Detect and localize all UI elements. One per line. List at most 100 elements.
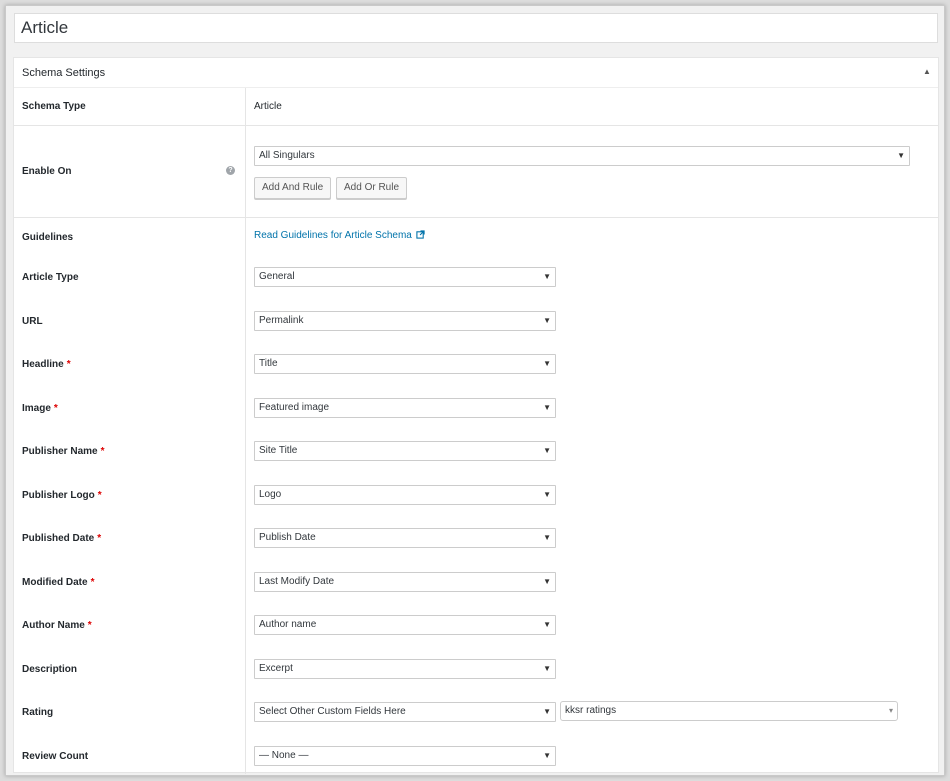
modified-date-label-text: Modified Date xyxy=(22,576,88,588)
url-select[interactable]: Permalink ▼ xyxy=(254,310,556,331)
author-name-row: Author Name * Author name ▼ xyxy=(14,601,938,645)
enable-on-row: Enable On ? All Singulars ▼ Add And Rule… xyxy=(14,126,938,218)
publisher-logo-selected: Logo xyxy=(259,488,282,500)
guidelines-label: Guidelines xyxy=(22,232,74,243)
enable-on-selected: All Singulars xyxy=(259,150,315,161)
chevron-down-icon: ▼ xyxy=(897,151,905,160)
published-date-row: Published Date * Publish Date ▼ xyxy=(14,514,938,558)
enable-on-label: Enable On xyxy=(22,166,72,177)
add-and-rule-button[interactable]: Add And Rule xyxy=(254,177,332,199)
rating-label-text: Rating xyxy=(22,707,54,718)
editor-frame: Article Schema Settings ▲ Schema Type Ar… xyxy=(5,5,945,776)
published-date-label: Published Date * xyxy=(22,533,101,544)
review-count-label: Review Count xyxy=(22,751,88,762)
author-name-selected: Author name xyxy=(259,619,317,630)
modified-date-select[interactable]: Last Modify Date ▼ xyxy=(254,571,556,592)
image-label: Image * xyxy=(22,403,58,414)
author-name-select[interactable]: Author name ▼ xyxy=(254,615,556,635)
chevron-down-icon: ▼ xyxy=(543,750,551,760)
rating-custom-field-selected: kksr ratings xyxy=(565,705,617,716)
headline-select[interactable]: Title ▼ xyxy=(254,354,556,374)
schema-settings-postbox: Schema Settings ▲ Schema Type Article En… xyxy=(13,57,939,776)
chevron-down-icon: ▼ xyxy=(543,620,551,629)
required-marker: * xyxy=(97,533,102,544)
description-select[interactable]: Excerpt ▼ xyxy=(254,658,556,679)
review-count-selected: — None — xyxy=(259,749,309,761)
rating-selected: Select Other Custom Fields Here xyxy=(259,706,406,717)
article-type-label-text: Article Type xyxy=(22,272,79,283)
chevron-down-icon: ▼ xyxy=(543,707,551,716)
publisher-logo-label-text: Publisher Logo xyxy=(22,489,95,501)
chevron-down-icon: ▼ xyxy=(543,315,551,325)
chevron-down-icon: ▼ xyxy=(543,446,551,455)
author-name-label-text: Author Name xyxy=(22,620,85,631)
publisher-name-select[interactable]: Site Title ▼ xyxy=(254,441,556,461)
chevron-down-icon: ▼ xyxy=(543,663,551,673)
description-label-text: Description xyxy=(22,663,78,675)
publisher-name-label: Publisher Name * xyxy=(22,446,105,457)
publisher-logo-select[interactable]: Logo ▼ xyxy=(254,484,556,505)
modified-date-row: Modified Date * Last Modify Date ▼ xyxy=(14,558,938,602)
article-type-selected: General xyxy=(259,271,295,282)
guidelines-row: Guidelines Read Guidelines for Article S… xyxy=(14,218,938,254)
help-icon[interactable]: ? xyxy=(226,166,235,175)
description-selected: Excerpt xyxy=(259,662,293,674)
published-date-label-text: Published Date xyxy=(22,533,95,544)
required-marker: * xyxy=(97,489,102,501)
publisher-name-row: Publisher Name * Site Title ▼ xyxy=(14,427,938,471)
required-marker: * xyxy=(87,620,92,631)
review-count-label-text: Review Count xyxy=(22,750,89,762)
chevron-down-icon: ▼ xyxy=(543,402,551,412)
required-marker: * xyxy=(90,576,95,588)
rating-select[interactable]: Select Other Custom Fields Here ▼ xyxy=(254,702,556,722)
schema-type-label: Schema Type xyxy=(22,101,86,112)
published-date-select[interactable]: Publish Date ▼ xyxy=(254,528,556,548)
postbox-header[interactable]: Schema Settings ▲ xyxy=(14,58,938,88)
chevron-down-icon: ▼ xyxy=(543,359,551,368)
required-marker: * xyxy=(100,446,105,457)
add-or-rule-button[interactable]: Add Or Rule xyxy=(336,177,408,199)
publisher-logo-label: Publisher Logo * xyxy=(22,490,102,501)
headline-label-text: Headline xyxy=(22,359,64,370)
chevron-down-icon: ▼ xyxy=(543,489,551,499)
postbox-title: Schema Settings xyxy=(22,67,106,79)
external-link-icon xyxy=(416,230,425,239)
publisher-logo-row: Publisher Logo * Logo ▼ xyxy=(14,471,938,515)
chevron-down-icon: ▼ xyxy=(543,272,551,281)
guidelines-link-text: Read Guidelines for Article Schema xyxy=(254,230,412,241)
published-date-selected: Publish Date xyxy=(259,532,316,543)
article-type-select[interactable]: General ▼ xyxy=(254,267,556,287)
author-name-label: Author Name * xyxy=(22,620,92,631)
chevron-down-icon: ▾ xyxy=(888,706,893,715)
publisher-name-selected: Site Title xyxy=(259,445,298,456)
url-label-text: URL xyxy=(22,315,43,327)
rating-row: Rating Select Other Custom Fields Here ▼ kk… xyxy=(14,688,938,732)
image-selected: Featured image xyxy=(259,401,330,413)
schema-type-row: Schema Type Article xyxy=(14,88,938,126)
publisher-name-label-text: Publisher Name xyxy=(22,446,98,457)
image-label-text: Image xyxy=(22,402,51,414)
required-marker: * xyxy=(53,402,58,414)
modified-date-label: Modified Date * xyxy=(22,577,94,588)
rating-custom-field-select[interactable]: kksr ratings ▾ xyxy=(560,701,898,721)
chevron-down-icon: ▼ xyxy=(543,576,551,586)
review-count-select[interactable]: — None — ▼ xyxy=(254,745,556,766)
article-type-label: Article Type xyxy=(22,272,79,283)
headline-label: Headline * xyxy=(22,359,71,370)
required-marker: * xyxy=(66,359,71,370)
schema-type-value: Article xyxy=(254,101,282,112)
image-select[interactable]: Featured image ▼ xyxy=(254,397,556,418)
collapse-toggle-icon[interactable]: ▲ xyxy=(922,67,932,77)
guidelines-link[interactable]: Read Guidelines for Article Schema xyxy=(254,230,425,241)
headline-row: Headline * Title ▼ xyxy=(14,340,938,384)
image-row: Image * Featured image ▼ xyxy=(14,384,938,428)
enable-on-select[interactable]: All Singulars ▼ xyxy=(254,146,910,166)
rating-label: Rating xyxy=(22,707,53,718)
post-title-input[interactable]: Article xyxy=(14,13,938,43)
description-label: Description xyxy=(22,664,77,675)
url-selected: Permalink xyxy=(259,314,304,326)
url-label: URL xyxy=(22,316,43,327)
chevron-down-icon: ▼ xyxy=(543,533,551,542)
article-type-row: Article Type General ▼ xyxy=(14,253,938,297)
review-count-row: Review Count — None — ▼ xyxy=(14,732,938,776)
